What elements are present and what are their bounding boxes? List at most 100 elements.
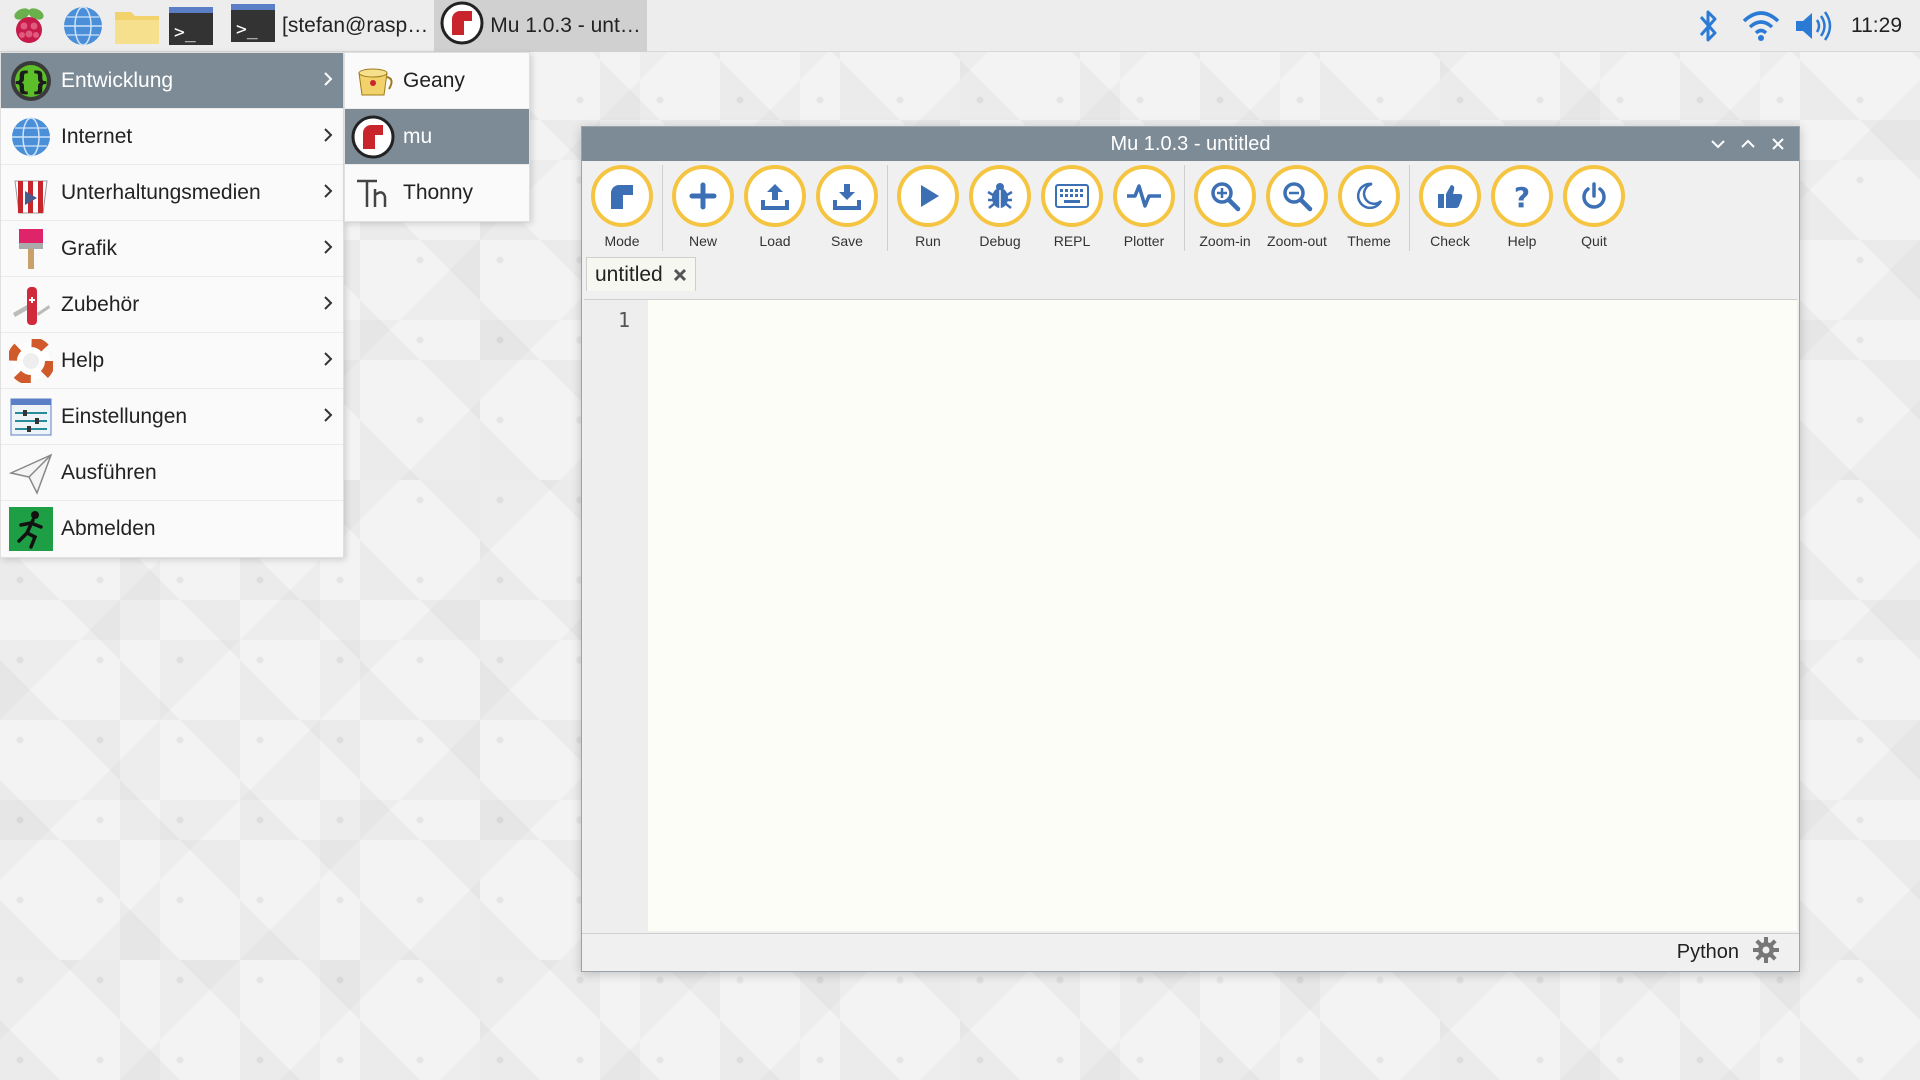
menu-item-unterhaltungsmedien[interactable]: Unterhaltungsmedien (1, 165, 343, 221)
plus-icon (672, 165, 734, 227)
gear-icon[interactable] (1753, 937, 1779, 968)
window-title: Mu 1.0.3 - untitled (1110, 132, 1271, 155)
menu-item-zubehoer[interactable]: Zubehör (1, 277, 343, 333)
task-label: [stefan@rasp… (282, 13, 429, 37)
task-terminal[interactable]: >_ [stefan@rasp… (224, 0, 434, 52)
svg-text:?: ? (1514, 181, 1530, 211)
debug-button[interactable]: Debug (964, 165, 1036, 249)
terminal-icon[interactable]: >_ (166, 1, 216, 51)
repl-button[interactable]: REPL (1036, 165, 1108, 249)
paper-plane-icon (7, 449, 55, 497)
upload-icon (744, 165, 806, 227)
system-tray: 11:29 (1683, 0, 1920, 52)
close-tab-icon[interactable] (673, 268, 687, 282)
menu-item-entwicklung[interactable]: {} Entwicklung (1, 53, 343, 109)
menu-item-grafik[interactable]: Grafik (1, 221, 343, 277)
menu-item-label: Zubehör (61, 292, 140, 316)
close-icon[interactable] (1763, 133, 1793, 155)
menu-item-internet[interactable]: Internet (1, 109, 343, 165)
chevron-right-icon (323, 69, 333, 93)
svg-text:{}: {} (12, 67, 49, 97)
quit-button[interactable]: Quit (1558, 165, 1630, 249)
chevron-right-icon (323, 125, 333, 149)
save-button[interactable]: Save (811, 165, 883, 249)
task-label: Mu 1.0.3 - unt… (490, 13, 641, 37)
zoom-out-icon (1266, 165, 1328, 227)
zoom-in-icon (1194, 165, 1256, 227)
line-number-gutter: 1 (584, 300, 648, 931)
submenu-item-label: Geany (403, 68, 465, 92)
chevron-right-icon (323, 293, 333, 317)
thonny-icon (349, 169, 397, 217)
submenu-item-label: Thonny (403, 181, 474, 204)
task-mu[interactable]: Mu 1.0.3 - unt… (434, 0, 647, 52)
menu-item-label: Ausführen (61, 460, 157, 484)
bug-icon (969, 165, 1031, 227)
wifi-icon[interactable] (1735, 0, 1787, 52)
thumbs-up-icon (1419, 165, 1481, 227)
terminal-icon: >_ (230, 3, 276, 49)
chevron-right-icon (323, 237, 333, 261)
menu-item-einstellungen[interactable]: Einstellungen (1, 389, 343, 445)
code-editor: 1 (584, 299, 1797, 931)
folder-icon[interactable] (112, 1, 162, 51)
submenu-item-geany[interactable]: Geany (345, 53, 529, 109)
moon-icon (1338, 165, 1400, 227)
sliders-icon (7, 393, 55, 441)
mu-icon (440, 1, 484, 51)
menu-item-label: Einstellungen (61, 404, 188, 428)
geany-icon (349, 57, 397, 105)
editor-tabs: untitled (582, 255, 1799, 291)
mu-icon (349, 113, 397, 161)
zoom-in-button[interactable]: Zoom-in (1189, 165, 1261, 249)
mode-icon (591, 165, 653, 227)
theme-button[interactable]: Theme (1333, 165, 1405, 249)
submenu-entwicklung: Geany mu Thonny (344, 52, 530, 222)
mu-window: Mu 1.0.3 - untitled Mode New Load Save R… (581, 126, 1800, 972)
application-menu: {} Entwicklung Internet Unterhaltungsmed… (0, 52, 344, 558)
submenu-item-thonny[interactable]: Thonny (345, 165, 529, 221)
knife-icon (7, 281, 55, 329)
play-icon (897, 165, 959, 227)
help-button[interactable]: ? Help (1486, 165, 1558, 249)
maximize-icon[interactable] (1733, 133, 1763, 155)
braces-icon: {} (7, 57, 55, 105)
new-button[interactable]: New (667, 165, 739, 249)
menu-item-ausfuehren[interactable]: Ausführen (1, 445, 343, 501)
mu-toolbar: Mode New Load Save Run Debug REPL Plotte… (582, 161, 1799, 255)
lifebuoy-icon (7, 337, 55, 385)
menu-item-abmelden[interactable]: Abmelden (1, 501, 343, 557)
load-button[interactable]: Load (739, 165, 811, 249)
taskbar: >_ >_ [stefan@rasp… Mu 1.0.3 - unt… 11:2… (0, 0, 1920, 52)
chevron-right-icon (323, 405, 333, 429)
run-button[interactable]: Run (892, 165, 964, 249)
check-button[interactable]: Check (1414, 165, 1486, 249)
menu-item-help[interactable]: Help (1, 333, 343, 389)
plotter-button[interactable]: Plotter (1108, 165, 1180, 249)
chevron-right-icon (323, 349, 333, 373)
svg-text:>_: >_ (236, 19, 258, 40)
menu-item-label: Grafik (61, 236, 118, 260)
svg-text:>_: >_ (174, 22, 196, 43)
bluetooth-icon[interactable] (1683, 0, 1735, 52)
status-bar: Python (582, 933, 1799, 971)
zoom-out-button[interactable]: Zoom-out (1261, 165, 1333, 249)
running-man-icon (7, 505, 55, 553)
code-area[interactable] (648, 300, 1797, 931)
browser-globe-icon[interactable] (58, 1, 108, 51)
tab-untitled[interactable]: untitled (586, 257, 696, 291)
download-icon (816, 165, 878, 227)
line-number: 1 (617, 308, 630, 332)
minimize-icon[interactable] (1703, 133, 1733, 155)
globe-icon (7, 113, 55, 161)
tab-label: untitled (595, 262, 663, 286)
menu-item-label: Abmelden (61, 517, 156, 540)
keyboard-icon (1041, 165, 1103, 227)
mode-button[interactable]: Mode (586, 165, 658, 249)
window-titlebar[interactable]: Mu 1.0.3 - untitled (582, 127, 1799, 161)
volume-icon[interactable] (1787, 0, 1839, 52)
clock[interactable]: 11:29 (1851, 14, 1902, 38)
power-icon (1563, 165, 1625, 227)
raspberry-menu-icon[interactable] (4, 1, 54, 51)
submenu-item-mu[interactable]: mu (345, 109, 529, 165)
